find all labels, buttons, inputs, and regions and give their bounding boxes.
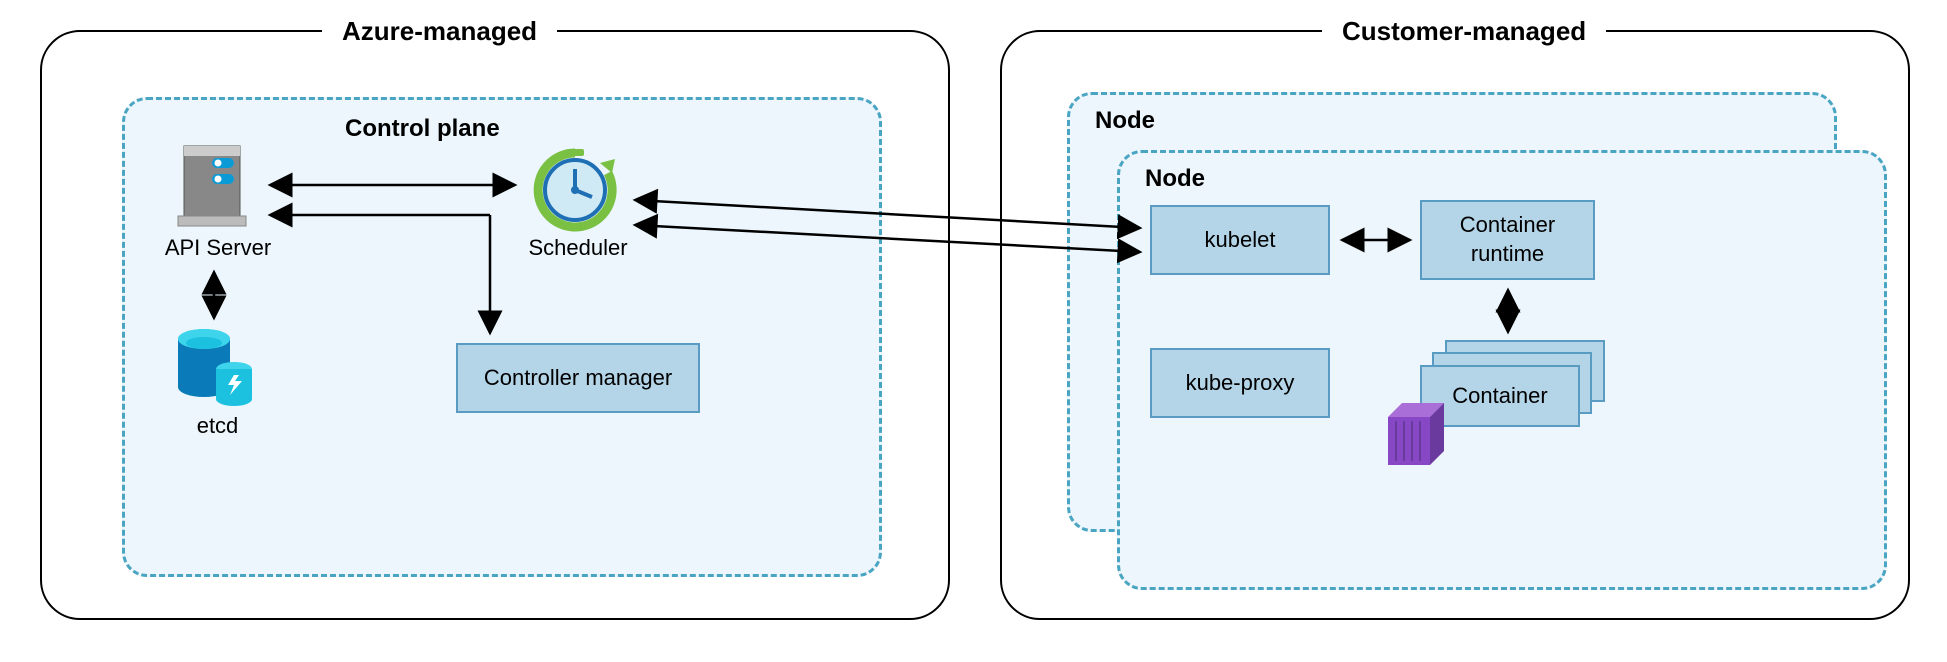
kube-proxy-label: kube-proxy — [1186, 369, 1295, 398]
api-server-label: API Server — [163, 235, 273, 261]
etcd-label: etcd — [190, 413, 245, 439]
controller-manager-box: Controller manager — [456, 343, 700, 413]
kube-proxy-box: kube-proxy — [1150, 348, 1330, 418]
database-icon — [172, 325, 262, 410]
node-back-title: Node — [1095, 107, 1155, 135]
kubelet-label: kubelet — [1205, 226, 1276, 255]
customer-managed-title: Customer-managed — [1322, 16, 1606, 47]
scheduler-label: Scheduler — [528, 235, 628, 261]
container-runtime-box: Container runtime — [1420, 200, 1595, 280]
controller-manager-label: Controller manager — [484, 364, 672, 393]
azure-managed-title: Azure-managed — [322, 16, 557, 47]
container-runtime-label: Container runtime — [1460, 211, 1555, 268]
kubelet-box: kubelet — [1150, 205, 1330, 275]
control-plane-title: Control plane — [345, 115, 500, 143]
container-label: Container — [1452, 382, 1547, 411]
customer-managed-panel: Customer-managed Node Node — [1000, 30, 1910, 620]
clock-icon — [530, 145, 620, 235]
server-icon — [172, 138, 252, 233]
node-front-title: Node — [1145, 165, 1205, 193]
container-cube-icon — [1370, 395, 1460, 475]
